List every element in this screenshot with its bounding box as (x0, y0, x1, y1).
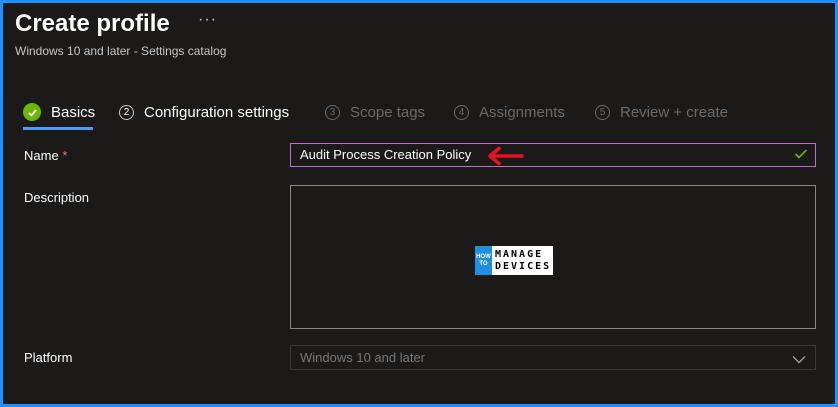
tab-basics[interactable]: Basics (23, 101, 95, 123)
description-label: Description (24, 190, 90, 205)
tab-review-create[interactable]: 5 Review + create (595, 101, 728, 123)
more-icon[interactable]: ··· (198, 11, 217, 29)
description-textarea[interactable]: HOW TO MANAGE DEVICES (290, 185, 816, 329)
tab-basics-label: Basics (51, 103, 96, 121)
tab-configuration-settings[interactable]: 2 Configuration settings (119, 101, 289, 123)
tab-assignments-label: Assignments (479, 103, 565, 121)
required-indicator: * (62, 148, 68, 163)
tab-scope-tags[interactable]: 3 Scope tags (325, 101, 425, 123)
chevron-down-icon (792, 352, 806, 367)
page-title: Create profile (15, 10, 170, 37)
tab-configuration-settings-label: Configuration settings (144, 103, 290, 121)
step-number-badge: 4 (454, 104, 469, 120)
name-input[interactable]: Audit Process Creation Policy (290, 143, 816, 167)
app-window: Create profile ··· Windows 10 and later … (0, 0, 838, 407)
platform-label: Platform (24, 350, 73, 365)
name-input-value: Audit Process Creation Policy (300, 147, 472, 162)
active-tab-indicator (23, 127, 93, 130)
platform-value: Windows 10 and later (300, 350, 426, 365)
checkmark-icon (794, 148, 808, 164)
check-circle-icon (23, 103, 41, 121)
name-label: Name * (24, 148, 68, 163)
step-number-badge: 5 (595, 104, 610, 120)
tab-review-create-label: Review + create (620, 103, 728, 121)
watermark-logo: HOW TO MANAGE DEVICES (475, 246, 553, 275)
page-subtitle: Windows 10 and later - Settings catalog (15, 44, 227, 58)
tab-assignments[interactable]: 4 Assignments (454, 101, 565, 123)
step-number-badge: 3 (325, 104, 340, 120)
step-number-badge: 2 (119, 104, 134, 120)
platform-dropdown[interactable]: Windows 10 and later (290, 345, 816, 370)
tab-scope-tags-label: Scope tags (350, 103, 426, 121)
arrow-left-icon (486, 146, 524, 171)
